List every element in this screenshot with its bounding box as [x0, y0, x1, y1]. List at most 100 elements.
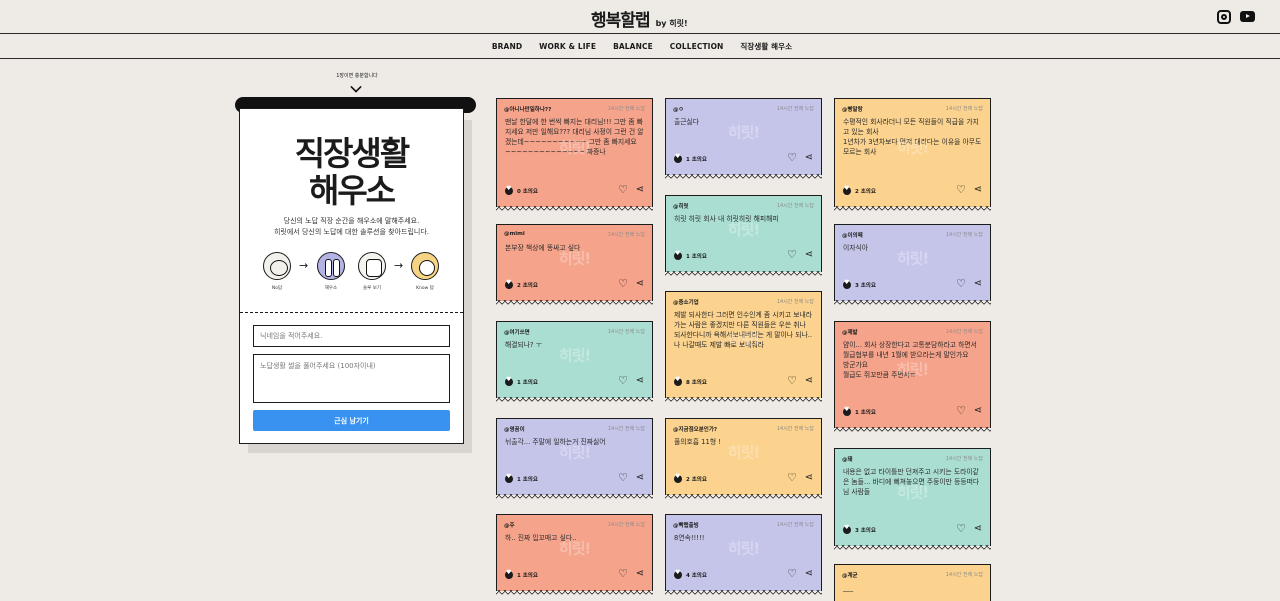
heart-icon[interactable]: ♡: [956, 405, 966, 417]
card-author: @이의떼: [842, 233, 863, 239]
post-card: @빵말랑 14시간 전에 노답 수평적인 회사라더니 모든 직원들이 직급을 가…: [834, 98, 991, 211]
heart-badge-icon: [674, 250, 682, 260]
watermark-logo: 히릿!: [558, 443, 591, 462]
post-card: @계균 14시간 전에 노답 ___: [834, 564, 991, 601]
main-nav: BRAND WORK & LIFE BALANCE COLLECTION 직장생…: [0, 34, 1280, 59]
like-count: 1 초의요: [686, 254, 707, 260]
share-icon[interactable]: ⋖: [636, 278, 644, 290]
card-date: 14시간 전에 노답: [607, 426, 645, 432]
watermark-logo: 히릿!: [558, 138, 591, 157]
heart-icon[interactable]: ♡: [618, 184, 628, 196]
heart-icon[interactable]: ♡: [787, 152, 797, 164]
story-textarea[interactable]: [253, 354, 450, 403]
heart-badge-icon: [505, 569, 513, 579]
watermark-logo: 히릿!: [727, 539, 760, 558]
desc-line-2: 히릿에서 당신의 노답에 대한 솔루션을 찾아드립니다.: [273, 228, 430, 236]
nav-item-collection[interactable]: COLLECTION: [670, 42, 724, 51]
card-author: @중소기업: [673, 300, 699, 306]
card-date: 14시간 전에 노답: [776, 203, 814, 209]
share-icon[interactable]: ⋖: [805, 249, 813, 261]
instagram-icon[interactable]: [1217, 10, 1231, 24]
like-count: 0 초의요: [517, 189, 538, 195]
share-icon[interactable]: ⋖: [636, 472, 644, 484]
heart-icon[interactable]: ♡: [787, 375, 797, 387]
nav-item-balance[interactable]: BALANCE: [613, 42, 653, 51]
card-footer: 3 초의요 ♡ ⋖: [843, 278, 982, 291]
post-card: @제발 14시간 전에 노답 얌이... 회사 상장한다고 고통분담하라고 하면…: [834, 321, 991, 432]
like-count: 3 초의요: [855, 528, 876, 534]
heart-badge-icon: [843, 406, 851, 416]
nav-item-haewooso[interactable]: 직장생활 해우소: [740, 41, 792, 52]
share-icon[interactable]: ⋖: [805, 152, 813, 164]
watermark-logo: 히릿!: [727, 220, 760, 239]
share-icon[interactable]: ⋖: [974, 405, 982, 417]
share-icon[interactable]: ⋖: [636, 375, 644, 387]
submission-panel: 직장생활 해우소 당신의 노답 직장 순간을 해우소에 말해주세요. 히릿에서 …: [239, 108, 464, 444]
like-count: 3 초의요: [855, 283, 876, 289]
card-date: 14시간 전에 노답: [607, 106, 645, 112]
share-icon[interactable]: ⋖: [636, 184, 644, 196]
like-count: 1 초의요: [686, 157, 707, 163]
torn-edge: [834, 206, 991, 211]
heart-badge-icon: [505, 376, 513, 386]
step-label: Know 답: [416, 286, 434, 291]
submit-button[interactable]: 근심 남기기: [253, 410, 450, 431]
nav-item-work-life[interactable]: WORK & LIFE: [539, 42, 596, 51]
post-card: @영꿈이 14시간 전에 노답 뉘출각... 주말에 일하는거 진짜싫어 히릿!…: [496, 418, 653, 499]
heart-icon[interactable]: ♡: [956, 278, 966, 290]
youtube-icon[interactable]: [1240, 11, 1255, 22]
heart-icon[interactable]: ♡: [956, 523, 966, 535]
heart-icon[interactable]: ♡: [956, 184, 966, 196]
heart-icon[interactable]: ♡: [618, 375, 628, 387]
toilet-paper-icon: [358, 252, 386, 280]
heart-icon[interactable]: ♡: [787, 249, 797, 261]
card-footer: 3 초의요 ♡ ⋖: [843, 523, 982, 536]
card-author: @mimi: [504, 231, 525, 237]
logo-text: 행복할랩: [591, 11, 651, 31]
share-icon[interactable]: ⋖: [636, 568, 644, 580]
card-footer: 0 초의요 ♡ ⋖: [505, 184, 644, 197]
card-footer: 2 초의요 ♡ ⋖: [505, 278, 644, 291]
share-icon[interactable]: ⋖: [805, 375, 813, 387]
like-count: 2 초의요: [517, 283, 538, 289]
heart-icon[interactable]: ♡: [618, 278, 628, 290]
step-label: 해우소: [324, 286, 338, 291]
card-footer: 1 초의요 ♡ ⋖: [505, 375, 644, 388]
heart-icon[interactable]: ♡: [787, 568, 797, 580]
card-author: @주: [504, 523, 515, 529]
card-date: 14시간 전에 노답: [607, 329, 645, 335]
heart-badge-icon: [843, 185, 851, 195]
nickname-input[interactable]: [253, 325, 450, 347]
arrow-right-icon: →: [394, 259, 404, 272]
share-icon[interactable]: ⋖: [805, 568, 813, 580]
heart-icon[interactable]: ♡: [618, 472, 628, 484]
like-count: 2 초의요: [686, 477, 707, 483]
heart-icon[interactable]: ♡: [618, 568, 628, 580]
like-count: 8 초의요: [686, 380, 707, 386]
torn-edge: [665, 271, 822, 276]
post-card: @아니나만일하나?? 14시간 전에 노답 맨날 한달에 한 번씩 빠지는 대리…: [496, 98, 653, 211]
watermark-logo: 히릿!: [558, 249, 591, 268]
site-logo[interactable]: 행복할랩 by 히릿!: [591, 6, 688, 31]
heart-badge-icon: [674, 153, 682, 163]
watermark-logo: 히릿!: [727, 330, 760, 349]
heart-badge-icon: [505, 279, 513, 289]
watermark-logo: 히릿!: [558, 539, 591, 558]
share-icon[interactable]: ⋖: [974, 184, 982, 196]
share-icon[interactable]: ⋖: [805, 472, 813, 484]
heart-icon[interactable]: ♡: [787, 472, 797, 484]
like-count: 4 초의요: [686, 573, 707, 579]
card-date: 14시간 전에 노답: [945, 106, 983, 112]
card-footer: 4 초의요 ♡ ⋖: [674, 568, 813, 581]
share-icon[interactable]: ⋖: [974, 523, 982, 535]
watermark-logo: 히릿!: [727, 123, 760, 142]
watermark-logo: 히릿!: [558, 346, 591, 365]
panel-description: 당신의 노답 직장 순간을 해우소에 말해주세요. 히릿에서 당신의 노답에 대…: [240, 216, 463, 238]
card-date: 14시간 전에 노답: [945, 329, 983, 335]
post-card: @히릿 14시간 전에 노답 히릿 히릿 회사 내 히릿히릿 해피해피 히릿! …: [665, 195, 822, 276]
torn-edge: [665, 494, 822, 499]
card-footer: 2 초의요 ♡ ⋖: [843, 184, 982, 197]
card-footer: 1 초의요 ♡ ⋖: [843, 405, 982, 418]
nav-item-brand[interactable]: BRAND: [492, 42, 522, 51]
share-icon[interactable]: ⋖: [974, 278, 982, 290]
